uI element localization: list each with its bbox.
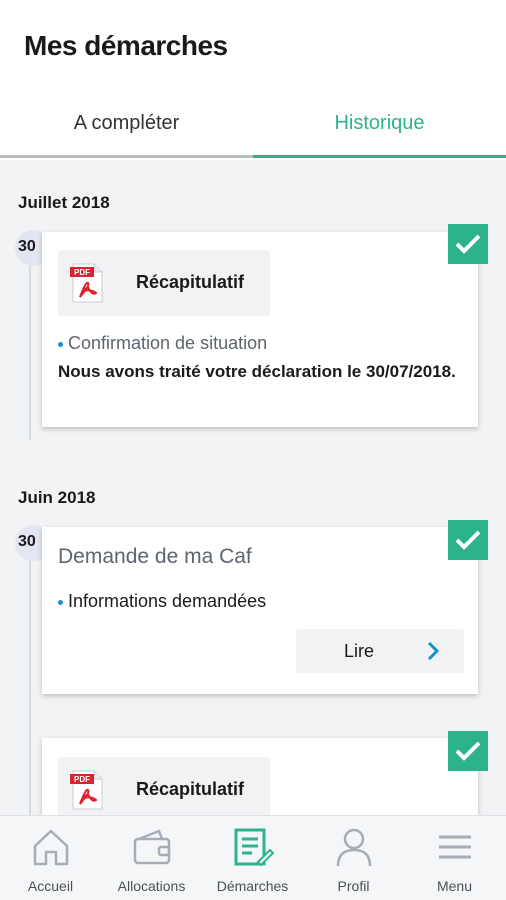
document-edit-icon — [234, 828, 274, 867]
pdf-icon: PDF — [70, 770, 103, 810]
nav-label: Accueil — [27, 878, 74, 894]
history-card-recapitulatif[interactable]: PDF Récapitulatif Confirmation de situat… — [42, 232, 478, 427]
timeline-line — [29, 240, 31, 440]
read-label: Lire — [344, 641, 375, 661]
day-number: 30 — [18, 238, 36, 255]
tab-underline — [0, 155, 253, 158]
bullet-icon — [58, 341, 63, 347]
wallet-icon — [133, 829, 171, 865]
page-title: Mes démarches — [24, 30, 228, 61]
home-icon — [33, 829, 69, 866]
read-button[interactable]: Lire — [296, 629, 464, 673]
document-button[interactable]: PDF Récapitulatif — [58, 250, 270, 316]
month-heading: Juin 2018 — [18, 488, 96, 507]
info-text: Informations demandées — [68, 591, 267, 611]
nav-item-profil[interactable]: Profil — [303, 816, 404, 900]
nav-label: Démarches — [216, 878, 289, 894]
bullet-icon — [58, 599, 63, 605]
svg-text:PDF: PDF — [74, 775, 90, 784]
tab-historique[interactable]: Historique — [253, 112, 506, 144]
svg-text:PDF: PDF — [74, 268, 90, 277]
nav-item-demarches[interactable]: Démarches — [202, 816, 303, 900]
history-card-demande[interactable]: Demande de ma Caf Informations demandées… — [42, 527, 478, 694]
chevron-right-icon — [427, 641, 440, 661]
document-label: Récapitulatif — [136, 779, 245, 799]
menu-icon — [439, 835, 471, 859]
check-icon — [448, 224, 488, 264]
header: Mes démarches A compléter Historique — [0, 0, 506, 160]
nav-label: Menu — [436, 878, 473, 894]
month-heading: Juillet 2018 — [18, 193, 110, 212]
bottom-nav: Accueil Allocations Démarches Profil Men… — [0, 815, 506, 900]
tab-a-completer[interactable]: A compléter — [0, 112, 253, 144]
day-number: 30 — [18, 533, 36, 550]
document-label: Récapitulatif — [136, 272, 245, 292]
pdf-icon: PDF — [70, 263, 103, 303]
timeline-line — [29, 535, 31, 815]
subtitle-text: Confirmation de situation — [68, 333, 268, 353]
document-button[interactable]: PDF Récapitulatif — [58, 757, 270, 823]
card-title: Demande de ma Caf — [58, 545, 252, 568]
tab-active-indicator — [253, 155, 506, 158]
check-icon — [448, 520, 488, 560]
nav-item-allocations[interactable]: Allocations — [101, 816, 202, 900]
user-icon — [336, 828, 372, 867]
nav-label: Profil — [337, 878, 370, 894]
nav-item-accueil[interactable]: Accueil — [0, 816, 101, 900]
subtitle-line: Confirmation de situation — [58, 333, 267, 354]
nav-item-menu[interactable]: Menu — [404, 816, 505, 900]
info-line: Informations demandées — [58, 591, 266, 612]
check-icon — [448, 731, 488, 771]
nav-label: Allocations — [117, 878, 186, 894]
description-text: Nous avons traité votre déclaration le 3… — [58, 362, 456, 381]
